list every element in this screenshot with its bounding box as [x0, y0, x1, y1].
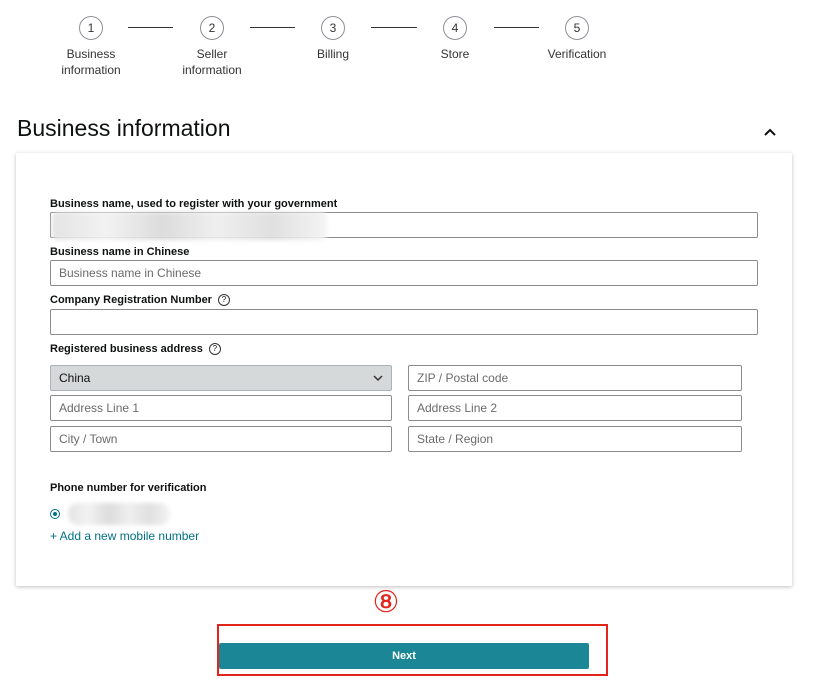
step-number: 3 [321, 16, 345, 40]
step-verification[interactable]: 5 Verification [522, 16, 632, 62]
step-label: Billing [316, 47, 349, 61]
state-input[interactable]: State / Region [408, 426, 742, 452]
step-label: Seller information [182, 47, 242, 77]
step-number: 1 [79, 16, 103, 40]
annotation-marker: ⑧ [372, 586, 400, 619]
step-number: 5 [565, 16, 589, 40]
address-line1-input[interactable]: Address Line 1 [50, 395, 392, 421]
business-name-chinese-input[interactable]: Business name in Chinese [50, 260, 758, 286]
step-label: Verification [547, 47, 607, 61]
help-icon[interactable]: ? [208, 343, 221, 355]
section-title: Business information [17, 115, 231, 141]
chevron-up-icon-svg [764, 128, 776, 136]
phone-verification-label: Phone number for verification [50, 482, 207, 494]
country-selected-value: China [59, 371, 91, 385]
address-line2-input[interactable]: Address Line 2 [408, 395, 742, 421]
phone-radio-selected[interactable] [50, 509, 60, 519]
step-number: 4 [443, 16, 467, 40]
redacted-phone-number [68, 503, 170, 525]
company-registration-label: Company Registration Number? [50, 294, 230, 306]
company-registration-input[interactable] [50, 309, 758, 335]
business-name-label: Business name, used to register with you… [50, 198, 338, 210]
step-label: Store [440, 47, 470, 61]
step-number: 2 [200, 16, 224, 40]
add-mobile-number-link[interactable]: + Add a new mobile number [50, 529, 199, 543]
step-billing[interactable]: 3 Billing [278, 16, 388, 62]
next-button[interactable]: Next [219, 643, 589, 669]
progress-stepper: 1 Business information 2 Seller informat… [0, 0, 817, 90]
business-info-card: Business name, used to register with you… [16, 153, 792, 586]
step-label: Business information [61, 47, 121, 77]
step-store[interactable]: 4 Store [400, 16, 510, 62]
city-input[interactable]: City / Town [50, 426, 392, 452]
redacted-business-name [52, 212, 327, 240]
zip-input[interactable]: ZIP / Postal code [408, 365, 742, 391]
step-seller-information[interactable]: 2 Seller information [157, 16, 267, 78]
step-business-information[interactable]: 1 Business information [36, 16, 146, 78]
chevron-up-icon[interactable] [760, 124, 780, 140]
registered-address-label: Registered business address? [50, 343, 221, 355]
country-select[interactable]: China [50, 365, 392, 391]
help-icon[interactable]: ? [217, 294, 230, 306]
business-name-chinese-label: Business name in Chinese [50, 246, 190, 258]
chevron-down-icon [373, 375, 383, 382]
